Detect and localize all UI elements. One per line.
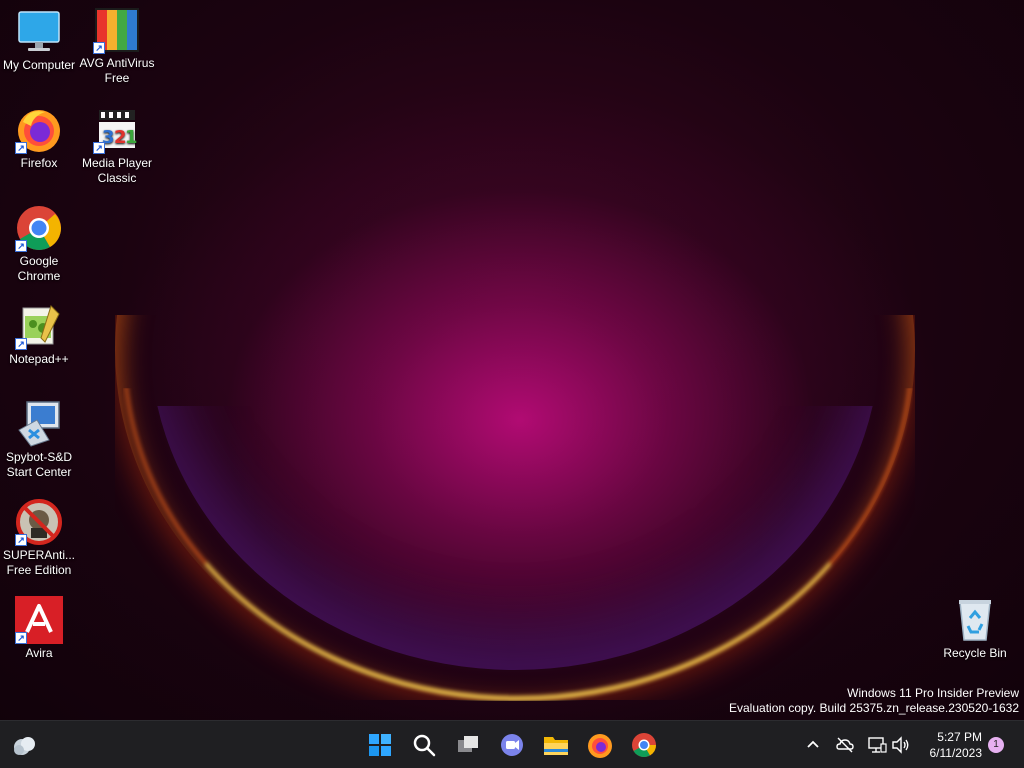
firefox-icon: ↗ [15,106,63,154]
recycle-bin-icon [951,596,999,644]
avira-icon: ↗ [15,596,63,644]
desktop-icon-spybot[interactable]: Spybot-S&D Start Center [0,400,78,480]
task-view-button[interactable] [452,729,484,761]
desktop-icon-superantispyware[interactable]: ↗ SUPERAnti... Free Edition [0,498,78,578]
svg-text:1: 1 [125,127,138,148]
shortcut-arrow-icon: ↗ [15,632,27,644]
network-icon [868,737,887,753]
file-explorer-icon [544,737,568,755]
network-status[interactable] [866,734,888,756]
task-view-icon [458,736,478,752]
show-hidden-icons-button[interactable] [802,734,824,756]
desktop-icon-firefox[interactable]: ↗ Firefox [0,106,78,171]
desktop-icon-notepad-plus-plus[interactable]: ↗ Notepad++ [0,302,78,367]
shortcut-arrow-icon: ↗ [15,142,27,154]
avg-icon: ↗ [93,6,141,54]
clock-date: 6/11/2023 [929,746,983,760]
desktop-icon-label: AVG AntiVirus Free [79,56,155,85]
desktop-icon-label: Media Player Classic [81,156,153,185]
chevron-up-icon [807,740,819,748]
cloud-offline-icon [836,737,854,753]
desktop-icon-label: Recycle Bin [943,646,1007,660]
desktop-icon-label: Notepad++ [9,352,69,366]
desktop-icon-avira[interactable]: ↗ Avira [0,596,78,661]
shortcut-arrow-icon: ↗ [93,42,105,54]
chrome-icon: ↗ [15,204,63,252]
desktop-icon-avg[interactable]: ↗ AVG AntiVirus Free [78,6,156,86]
watermark-line-2: Evaluation copy. Build 25375.zn_release.… [729,701,1019,715]
volume-icon [892,736,909,754]
widgets-button[interactable] [8,729,40,761]
firefox-taskbar-button[interactable] [584,729,616,761]
desktop-icon-label: Firefox [20,156,58,170]
shortcut-arrow-icon: ↗ [93,142,105,154]
desktop-icon-label: Spybot-S&D Start Center [5,450,73,479]
taskbar: 5:27 PM 6/11/2023 1 [0,720,1024,768]
clock-time: 5:27 PM [937,730,982,744]
volume-control[interactable] [890,734,912,756]
teams-chat-button[interactable] [496,729,528,761]
search-button[interactable] [408,729,440,761]
notepad-icon: ↗ [15,302,63,350]
start-button[interactable] [364,729,396,761]
teams-chat-icon [501,734,523,756]
system-clock[interactable]: 5:27 PM 6/11/2023 [930,729,983,761]
notification-badge[interactable]: 1 [988,737,1004,753]
chrome-taskbar-button[interactable] [628,729,660,761]
shortcut-arrow-icon: ↗ [15,534,27,546]
file-explorer-button[interactable] [540,729,572,761]
desktop-icon-recycle-bin[interactable]: Recycle Bin [936,596,1014,661]
weather-icon [14,737,35,755]
chrome-icon [632,733,656,758]
onedrive-status[interactable] [834,734,856,756]
desktop-icon-my-computer[interactable]: My Computer [0,8,78,73]
shortcut-arrow-icon: ↗ [15,240,27,252]
spybot-icon [15,400,63,448]
wallpaper-outer-glow [115,315,915,700]
search-icon [413,734,436,757]
desktop-icon-label: SUPERAnti... Free Edition [2,548,76,577]
desktop-icon-google-chrome[interactable]: ↗ Google Chrome [0,204,78,284]
media-player-icon: 3 2 1 ↗ [93,106,141,154]
wallpaper-bloom-arc [123,388,913,701]
start-icon [369,734,391,756]
shortcut-arrow-icon: ↗ [15,338,27,350]
desktop-icon-label: Google Chrome [17,254,61,283]
desktop-background: My Computer ↗ AVG AntiVirus Free ↗ Firef… [0,0,1024,720]
desktop-icon-label: My Computer [2,58,76,72]
desktop-icon-label: Avira [25,646,53,660]
watermark-line-1: Windows 11 Pro Insider Preview [847,686,1019,700]
desktop-icon-media-player-classic[interactable]: 3 2 1 ↗ Media Player Classic [78,106,156,186]
superantispyware-icon: ↗ [15,498,63,546]
firefox-icon [588,734,612,758]
monitor-icon [15,8,63,56]
windows-evaluation-watermark: Windows 11 Pro Insider Preview Evaluatio… [729,686,1019,716]
wallpaper-inner-glow [150,406,880,670]
